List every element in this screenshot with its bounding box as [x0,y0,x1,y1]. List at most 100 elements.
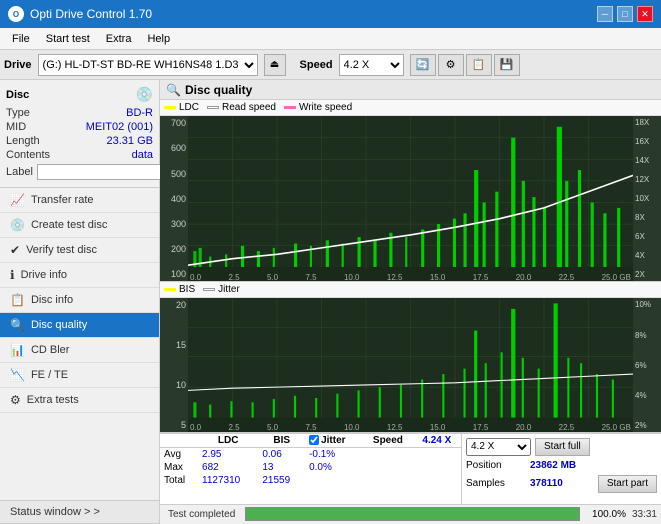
sidebar-nav: 📈 Transfer rate 💿 Create test disc ✔ Ver… [0,188,159,413]
app-logo: O [8,6,24,22]
maximize-button[interactable]: □ [617,6,633,22]
ldc-color [164,106,176,109]
jitter-label: Jitter [218,284,240,295]
sidebar-item-verify-test-disc[interactable]: ✔ Verify test disc [0,238,159,263]
disc-panel: Disc 💿 Type BD-R MID MEIT02 (001) Length… [0,80,159,188]
copy-button[interactable]: 📋 [466,54,492,76]
sidebar-item-label: CD Bler [31,344,70,356]
col-bis: BIS [258,434,305,448]
speed-row: 4.2 X Start full [466,438,657,456]
stats-total-row: Total 1127310 21559 [160,474,461,487]
titlebar: O Opti Drive Control 1.70 ─ □ ✕ [0,0,661,28]
contents-value: data [132,149,153,161]
col-jitter-check[interactable]: Jitter [305,434,363,448]
chart2-section: BIS Jitter 20 15 10 5 [160,282,661,433]
disc-info-icon: 📋 [10,293,25,307]
chart1-area: 700 600 500 400 300 200 100 [160,116,661,281]
cd-bler-icon: 📊 [10,343,25,357]
readspeed-color [207,106,219,109]
stats-max-row: Max 682 13 0.0% [160,461,461,474]
close-button[interactable]: ✕ [637,6,653,22]
contents-label: Contents [6,149,50,161]
max-ldc: 682 [198,461,258,474]
drive-select[interactable]: (G:) HL-DT-ST BD-RE WH16NS48 1.D3 [38,54,258,76]
label-input[interactable] [37,164,171,180]
sidebar-item-disc-info[interactable]: 📋 Disc info [0,288,159,313]
chart2-x-axis: 0.0 2.5 5.0 7.5 10.0 12.5 15.0 17.5 20.0… [188,421,633,435]
eject-button[interactable]: ⏏ [264,54,286,76]
avg-bis: 0.06 [258,448,305,462]
max-extra [363,461,461,474]
refresh-button[interactable]: 🔄 [410,54,436,76]
total-extra [305,474,461,487]
app-title: Opti Drive Control 1.70 [30,7,152,21]
sidebar-item-transfer-rate[interactable]: 📈 Transfer rate [0,188,159,213]
stats-table: LDC BIS Jitter Speed 4.24 X Avg [160,434,461,504]
minimize-button[interactable]: ─ [597,6,613,22]
verify-test-disc-icon: ✔ [10,243,20,257]
samples-value: 378110 [530,478,563,489]
type-label: Type [6,107,30,119]
start-part-button[interactable]: Start part [598,475,657,493]
total-bis: 21559 [258,474,305,487]
avg-label: Avg [160,448,198,462]
save-button[interactable]: 💾 [494,54,520,76]
length-label: Length [6,135,40,147]
sidebar-item-disc-quality[interactable]: 🔍 Disc quality [0,313,159,338]
sidebar-item-extra-tests[interactable]: ⚙ Extra tests [0,388,159,413]
sidebar-item-label: Transfer rate [31,194,94,206]
charts-container: LDC Read speed Write speed 700 [160,100,661,433]
progress-bar-area: Test completed 100.0% 33:31 [160,504,661,524]
menu-help[interactable]: Help [139,31,178,47]
menu-starttest[interactable]: Start test [38,31,98,47]
extra-tests-icon: ⚙ [10,393,21,407]
start-full-button[interactable]: Start full [535,438,590,456]
menu-extra[interactable]: Extra [98,31,140,47]
sidebar-item-drive-info[interactable]: ℹ Drive info [0,263,159,288]
menu-file[interactable]: File [4,31,38,47]
drive-info-icon: ℹ [10,268,15,282]
chart2-inner: 0.0 2.5 5.0 7.5 10.0 12.5 15.0 17.5 20.0… [188,298,633,432]
sidebar: Disc 💿 Type BD-R MID MEIT02 (001) Length… [0,80,160,524]
samples-label: Samples [466,478,526,489]
avg-extra [363,448,461,462]
status-window-button[interactable]: Status window > > [0,501,159,524]
settings-button[interactable]: ⚙ [438,54,464,76]
legend-writespeed: Write speed [284,102,352,113]
drivebar: Drive (G:) HL-DT-ST BD-RE WH16NS48 1.D3 … [0,50,661,80]
speed-select[interactable]: 4.2 X [339,54,404,76]
bis-color [164,288,176,291]
sidebar-item-cd-bler[interactable]: 📊 CD Bler [0,338,159,363]
writespeed-label: Write speed [299,102,352,113]
stats-area: LDC BIS Jitter Speed 4.24 X Avg [160,433,661,504]
col-speed-value: 4.24 X [413,434,461,448]
disc-type-row: Type BD-R [6,107,153,119]
jitter-color [203,288,215,291]
disc-icon: 💿 [136,86,153,103]
drive-label: Drive [4,59,32,71]
jitter-checkbox[interactable] [309,435,319,445]
chart1-svg [188,116,633,267]
stats-right: 4.2 X Start full Position 23862 MB Sampl… [461,434,661,504]
length-value: 23.31 GB [107,135,153,147]
fe-te-icon: 📉 [10,368,25,382]
sidebar-item-fe-te[interactable]: 📉 FE / TE [0,363,159,388]
menubar: File Start test Extra Help [0,28,661,50]
content-title: Disc quality [185,83,252,97]
position-label: Position [466,460,526,471]
speed-right-select[interactable]: 4.2 X [466,438,531,456]
content-area: 🔍 Disc quality LDC Read speed [160,80,661,524]
chart1-section: LDC Read speed Write speed 700 [160,100,661,282]
sidebar-item-create-test-disc[interactable]: 💿 Create test disc [0,213,159,238]
progress-fill [246,508,579,520]
chart2-area: 20 15 10 5 [160,298,661,432]
sidebar-item-label: Disc quality [31,319,87,331]
col-empty [160,434,198,448]
mid-label: MID [6,121,26,133]
col-speed-label: Speed [363,434,413,448]
type-value: BD-R [126,107,153,119]
chart2-legend: BIS Jitter [160,282,661,298]
disc-label-row: Label ✎ [6,163,153,181]
bis-label: BIS [179,284,195,295]
sidebar-item-label: FE / TE [31,369,68,381]
